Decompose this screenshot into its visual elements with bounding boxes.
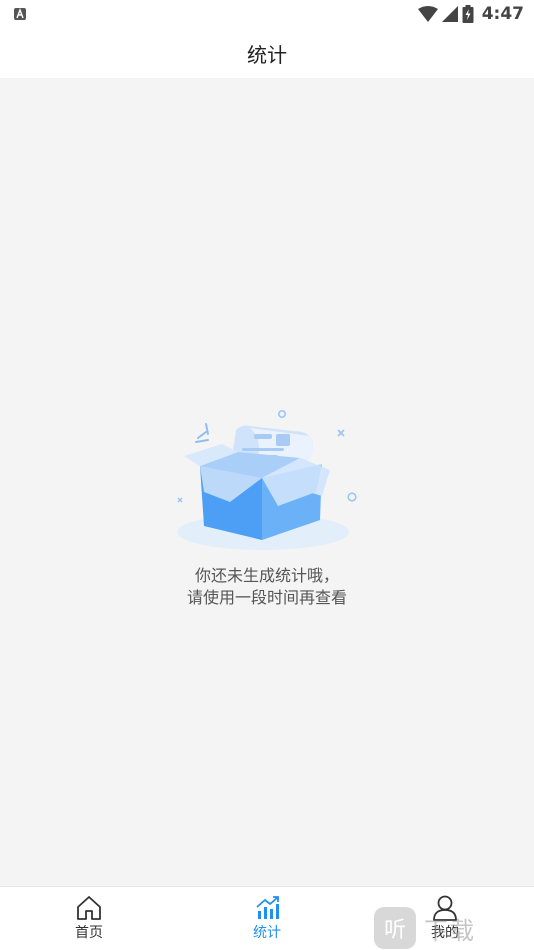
notification-a-icon [14,8,26,20]
chart-icon [256,896,279,919]
nav-label-home: 首页 [75,925,103,941]
watermark: 听 下载 [374,906,534,950]
wifi-icon [417,6,438,22]
title-bar: 统计 [0,28,534,78]
signal-icon [441,6,458,22]
watermark-badge: 听 [374,907,416,949]
page-title: 统计 [247,42,287,67]
empty-box-icon [170,408,360,558]
status-bar: 4:47 [0,0,534,28]
nav-label-stats: 统计 [253,925,281,941]
empty-message-line-2: 请使用一段时间再查看 [186,588,347,607]
main-content: 你还未生成统计哦， 请使用一段时间再查看 [0,78,534,886]
home-icon [77,896,101,920]
battery-charging-icon [462,5,474,23]
nav-item-home[interactable]: 首页 [49,895,129,942]
empty-state-message: 你还未生成统计哦， 请使用一段时间再查看 [0,565,534,609]
status-icons: 4:47 [417,3,524,25]
empty-message-line-1: 你还未生成统计哦， [194,566,339,585]
watermark-text: 下载 [424,916,476,945]
nav-item-stats[interactable]: 统计 [227,895,307,942]
status-time: 4:47 [481,4,524,24]
